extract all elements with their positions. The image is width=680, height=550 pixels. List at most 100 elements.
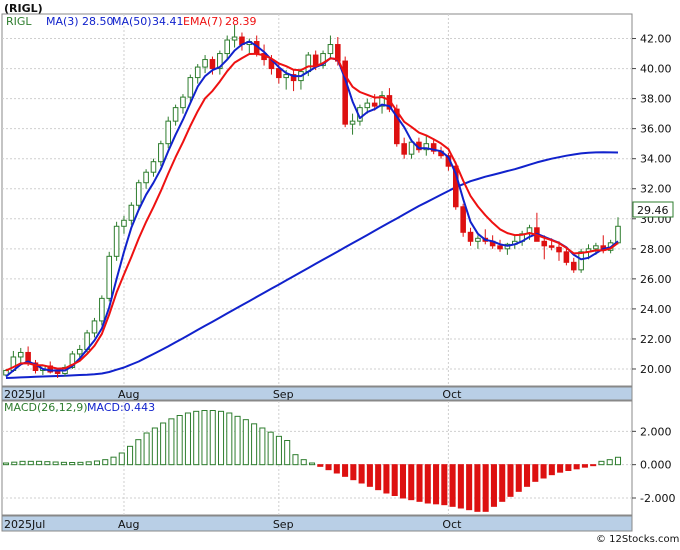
- candle-up: [187, 77, 194, 98]
- candle-up: [578, 251, 584, 271]
- macd-bar-negative: [342, 464, 349, 477]
- candle-up: [283, 74, 289, 79]
- macd-tick-label: -2.000: [640, 492, 675, 505]
- macd-bar-negative: [333, 464, 340, 474]
- price-tick-label: 26.00: [640, 273, 672, 286]
- price-tick-label: 32.00: [640, 183, 672, 196]
- macd-y-axis: 2.000 0.000 -2.000: [632, 425, 675, 505]
- macd-bar-negative: [565, 464, 572, 471]
- macd-bar-negative: [433, 464, 440, 505]
- x-tick-label: 2025Jul: [4, 518, 45, 531]
- macd-bar-positive: [127, 445, 134, 466]
- macd-bar-positive: [60, 461, 67, 466]
- x-tick-label: Sep: [273, 388, 294, 401]
- macd-legend: MACD(26,12,9) MACD:0.443: [4, 401, 155, 414]
- macd-bar-positive: [176, 415, 183, 466]
- macd-bar-negative: [383, 464, 390, 494]
- candle-up: [202, 59, 208, 68]
- price-tick-label: 34.00: [640, 153, 672, 166]
- macd-bar-positive: [606, 459, 613, 466]
- price-x-band: [1, 386, 633, 401]
- candle-up: [172, 107, 179, 122]
- macd-bar-negative: [325, 464, 332, 471]
- macd-bar-positive: [209, 410, 216, 466]
- candle-down: [209, 59, 216, 70]
- candle-up: [615, 225, 621, 244]
- macd-bar-negative: [573, 464, 580, 470]
- macd-bar-negative: [499, 464, 506, 502]
- macd-bar-negative: [424, 464, 431, 504]
- candle-down: [497, 245, 503, 250]
- chart-title: (RIGL): [4, 2, 43, 15]
- macd-bar-positive: [36, 460, 43, 466]
- candle-up: [158, 143, 164, 163]
- macd-bar-positive: [308, 462, 316, 466]
- macd-bar-negative: [350, 464, 357, 481]
- candle-down: [541, 240, 548, 247]
- macd-bar-positive: [217, 410, 225, 466]
- stock-chart: 42.00 40.00 38.00 36.00 34.00 32.00 30.00 28.00…: [0, 0, 680, 546]
- price-tick-label: 28.00: [640, 243, 672, 256]
- macd-bar-negative: [441, 464, 448, 506]
- candle-down: [467, 231, 474, 242]
- candle-down: [563, 251, 570, 263]
- candle-down: [312, 54, 319, 67]
- candle-up: [364, 102, 371, 109]
- macd-bar-positive: [251, 423, 258, 466]
- legend-ema7-value: 28.39: [225, 15, 257, 28]
- legend-ma3-value: 28.50: [82, 15, 114, 28]
- macd-bar-positive: [284, 440, 291, 466]
- price-tick-label: 36.00: [640, 123, 672, 136]
- macd-bar-positive: [93, 460, 101, 466]
- candle-up: [475, 237, 481, 242]
- macd-bar-negative: [490, 464, 497, 507]
- candle-up: [128, 204, 135, 221]
- macd-bar-positive: [160, 422, 167, 466]
- macd-bar-negative: [375, 464, 382, 491]
- candle-up: [91, 320, 98, 334]
- macd-panel: [1, 400, 633, 516]
- candle-up: [143, 171, 149, 184]
- candle-up: [194, 66, 201, 79]
- macd-bar-positive: [102, 459, 109, 466]
- candle-up: [135, 182, 142, 206]
- macd-tick-label: 0.000: [640, 459, 672, 472]
- legend-symbol: RIGL: [6, 15, 32, 28]
- x-tick-label: Oct: [442, 518, 462, 531]
- candle-up: [408, 141, 415, 155]
- price-tick-label: 24.00: [640, 303, 672, 316]
- macd-bar-negative: [457, 464, 464, 509]
- candle-up: [593, 245, 599, 250]
- macd-bar-positive: [598, 460, 605, 466]
- candle-up: [76, 348, 83, 355]
- candle-up: [165, 120, 172, 145]
- macd-bar-positive: [110, 456, 117, 466]
- macd-bar-negative: [366, 464, 373, 487]
- macd-bar-negative: [399, 464, 407, 499]
- macd-bar-negative: [581, 464, 588, 468]
- candle-up: [180, 96, 186, 109]
- macd-x-band: [1, 515, 633, 532]
- macd-bar-negative: [515, 464, 522, 492]
- macd-bar-negative: [548, 464, 555, 476]
- macd-bar-positive: [242, 419, 249, 466]
- candle-up: [305, 54, 312, 73]
- macd-bar-negative: [507, 464, 514, 497]
- credit-text: © 12Stocks.com: [596, 534, 679, 545]
- macd-bar-positive: [2, 462, 10, 466]
- macd-tick-label: 2.000: [640, 425, 672, 438]
- last-price-label: 29.46: [637, 204, 669, 217]
- macd-bar-positive: [267, 431, 274, 466]
- macd-bar-positive: [184, 412, 191, 466]
- candle-up: [150, 161, 157, 173]
- candle-down: [371, 102, 378, 107]
- macd-bar-negative: [466, 464, 473, 511]
- macd-legend-label: MACD(26,12,9): [4, 401, 88, 414]
- macd-bar-negative: [532, 464, 539, 482]
- candle-up: [99, 297, 105, 322]
- macd-bar-negative: [590, 464, 597, 467]
- legend-ma50-value: 34.41: [152, 15, 184, 28]
- macd-bar-positive: [19, 460, 26, 466]
- candle-up: [17, 351, 24, 358]
- macd-bar-positive: [193, 410, 200, 466]
